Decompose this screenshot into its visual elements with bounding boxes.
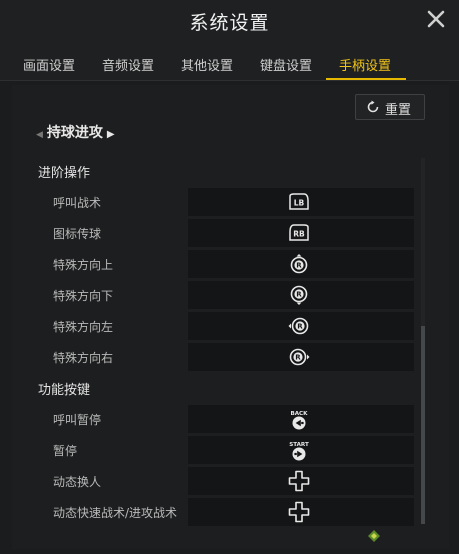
binding-label: 图标传球 [53, 227, 102, 241]
stick-r-text: R [297, 323, 303, 331]
tab-audio[interactable]: 音频设置 [102, 55, 154, 74]
group-title-advanced: 进阶操作 [38, 166, 91, 181]
tab-keyboard[interactable]: 键盘设置 [260, 55, 312, 74]
binding-slot[interactable]: LB [188, 188, 414, 216]
binding-row: 呼叫暂停 BACK [38, 405, 414, 433]
binding-label: 动态换人 [53, 475, 102, 489]
tab-display[interactable]: 画面设置 [23, 55, 75, 74]
binding-slot[interactable]: RB [188, 219, 414, 247]
active-tab-indicator [326, 78, 406, 80]
stick-r-text: R [296, 291, 302, 299]
binding-label: 特殊方向右 [53, 351, 114, 365]
lb-text: LB [294, 199, 305, 208]
reset-icon [367, 100, 379, 113]
tab-other[interactable]: 其他设置 [181, 55, 233, 74]
back-button-icon: BACK [290, 411, 308, 430]
binding-slot[interactable] [188, 467, 414, 495]
binding-slot[interactable] [188, 498, 414, 526]
rb-text: RB [293, 230, 305, 239]
binding-label: 呼叫暂停 [53, 413, 102, 427]
right-stick-up-icon: R [290, 254, 308, 274]
rb-bumper-icon: RB [289, 224, 309, 241]
prev-arrow-icon[interactable]: ◀ [36, 130, 43, 140]
section-title: 持球进攻 [46, 125, 103, 141]
binding-label: 暂停 [53, 444, 78, 458]
binding-slot[interactable]: START [188, 436, 414, 464]
binding-row: 动态换人 [38, 467, 414, 495]
close-icon[interactable] [425, 8, 447, 30]
binding-label: 特殊方向左 [53, 320, 114, 334]
stick-r-text: R [295, 354, 301, 362]
start-text: START [289, 442, 309, 448]
binding-row: 暂停 START [38, 436, 414, 464]
reset-label: 重置 [385, 103, 412, 118]
binding-slot[interactable]: BACK [188, 405, 414, 433]
reset-button[interactable]: 重置 [355, 94, 425, 120]
binding-slot[interactable]: R [188, 312, 414, 340]
binding-row: 特殊方向右 R [38, 343, 414, 371]
group-title-function-keys: 功能按键 [38, 383, 91, 398]
start-button-icon: START [289, 442, 309, 461]
tab-controller[interactable]: 手柄设置 [339, 55, 391, 74]
binding-row: 动态快速战术/进攻战术 [38, 498, 414, 526]
binding-row: 图标传球 RB [38, 219, 414, 247]
binding-label: 呼叫战术 [53, 196, 102, 210]
dpad-icon [288, 470, 310, 492]
binding-slot[interactable]: R [188, 343, 414, 371]
section-selector[interactable]: ◀ 持球进攻 ▶ [36, 122, 115, 142]
binding-row: 特殊方向上 R [38, 250, 414, 278]
next-arrow-icon[interactable]: ▶ [107, 129, 115, 140]
settings-tabs: 画面设置 音频设置 其他设置 键盘设置 手柄设置 [0, 42, 459, 81]
right-stick-left-icon: R [288, 317, 309, 335]
binding-label: 特殊方向下 [53, 289, 114, 303]
watermark-logo-icon [368, 530, 380, 542]
title-bar: 系统设置 [0, 0, 459, 42]
lb-bumper-icon: LB [289, 193, 309, 210]
stick-r-text: R [296, 262, 302, 270]
back-text: BACK [290, 411, 308, 417]
binding-slot[interactable]: R [188, 281, 414, 309]
dpad-icon [288, 501, 310, 523]
window-title: 系统设置 [189, 12, 270, 34]
binding-row: 特殊方向下 R [38, 281, 414, 309]
binding-slot[interactable]: R [188, 250, 414, 278]
binding-row: 呼叫战术 LB [38, 188, 414, 216]
right-stick-right-icon: R [289, 348, 310, 366]
binding-row: 特殊方向左 R [38, 312, 414, 340]
scrollbar-thumb[interactable] [421, 326, 425, 524]
binding-label: 特殊方向上 [53, 258, 114, 272]
right-stick-down-icon: R [290, 285, 308, 305]
binding-label: 动态快速战术/进攻战术 [53, 506, 178, 520]
